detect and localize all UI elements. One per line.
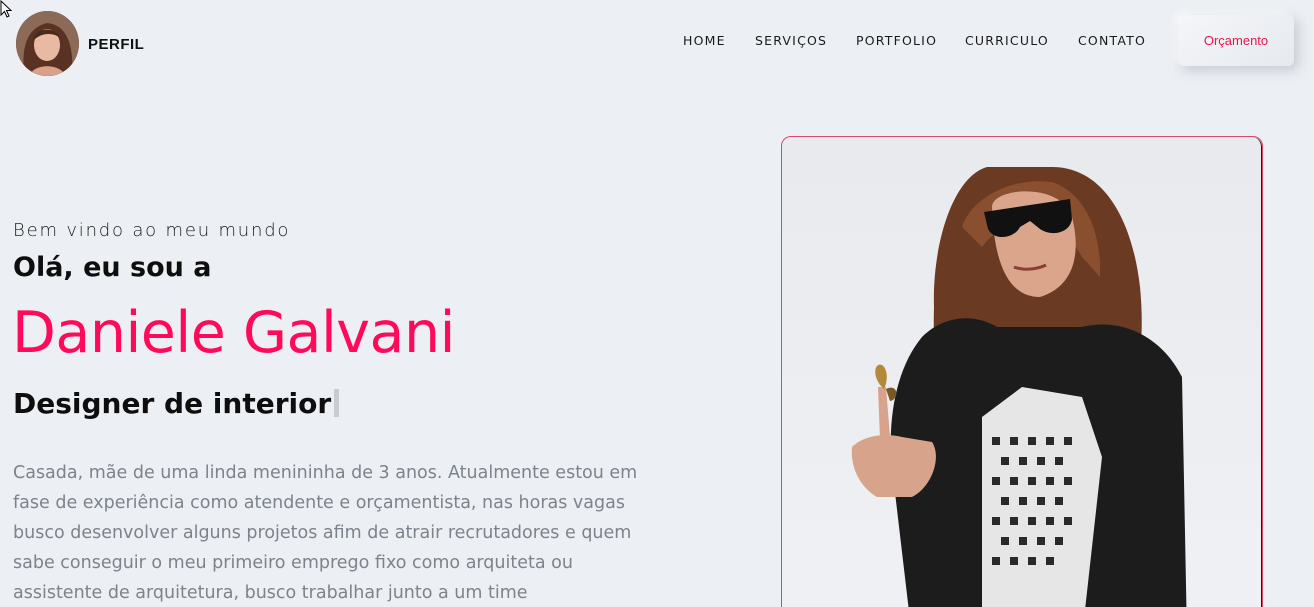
mouse-cursor-icon xyxy=(0,0,12,18)
typing-caret xyxy=(334,389,340,417)
nav-servicos[interactable]: SERVIÇOS xyxy=(755,33,827,48)
person-name: Daniele Galvani xyxy=(12,300,455,366)
bio-paragraph: Casada, mãe de uma linda menininha de 3 … xyxy=(13,463,638,603)
profile-photo xyxy=(851,167,1187,607)
welcome-text: Bem vindo ao meu mundo xyxy=(13,220,291,241)
role-heading: Designer de interior xyxy=(13,387,340,420)
quote-button[interactable]: Orçamento xyxy=(1178,15,1294,66)
avatar-image xyxy=(16,11,79,76)
nav-contato[interactable]: CONTATO xyxy=(1078,33,1146,48)
nav-portfolio[interactable]: PORTFOLIO xyxy=(856,33,937,48)
page: PERFIL HOME SERVIÇOS PORTFOLIO CURRICULO… xyxy=(0,0,1314,607)
role-text: Designer de interior xyxy=(13,387,332,420)
profile-photo-card xyxy=(781,136,1263,607)
profile-avatar[interactable] xyxy=(16,11,79,76)
brand-title[interactable]: PERFIL xyxy=(88,36,144,53)
nav-curriculo[interactable]: CURRICULO xyxy=(965,33,1049,48)
nav-home[interactable]: HOME xyxy=(683,33,726,48)
greeting-heading: Olá, eu sou a xyxy=(13,252,212,283)
